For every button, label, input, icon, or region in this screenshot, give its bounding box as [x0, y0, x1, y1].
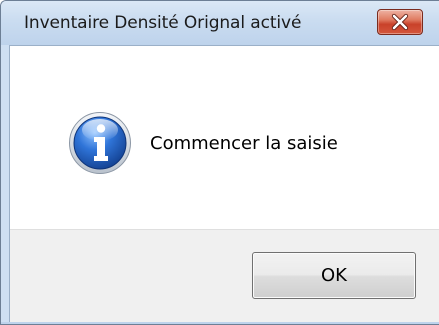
close-icon: [391, 13, 409, 31]
dialog-body: Commencer la saisie OK: [9, 45, 439, 323]
title-bar[interactable]: Inventaire Densité Orignal activé: [1, 1, 439, 45]
ok-button[interactable]: OK: [252, 252, 416, 299]
button-area: OK: [10, 229, 439, 323]
window-title: Inventaire Densité Orignal activé: [24, 13, 302, 33]
close-button[interactable]: [377, 9, 423, 35]
message-area: Commencer la saisie: [10, 46, 439, 229]
dialog-window: Inventaire Densité Orignal activé Commen…: [0, 0, 439, 325]
message-text: Commencer la saisie: [150, 133, 338, 154]
info-icon: [69, 112, 131, 174]
